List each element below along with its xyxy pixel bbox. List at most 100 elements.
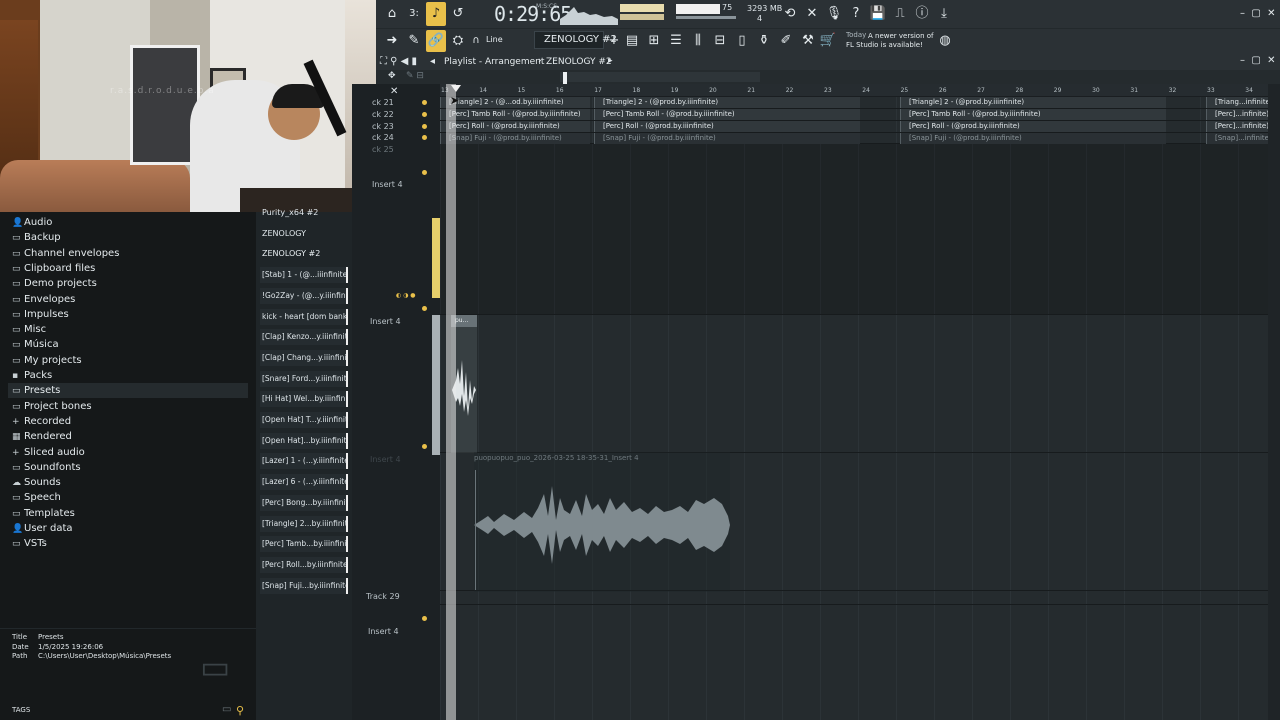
pattern-clip[interactable]: [Perc]...infinite) — [1206, 121, 1268, 132]
track-label-21[interactable]: ck 21 — [372, 98, 394, 107]
picker-pattern-item[interactable]: ZENOLOGY #2 — [260, 246, 348, 262]
scroll-thumb[interactable] — [563, 72, 567, 84]
picker-channel-item[interactable]: [Open Hat]...by.iiinfinite) — [260, 432, 348, 449]
playhead[interactable] — [446, 84, 456, 720]
picker-channel-item[interactable]: [Snare] Ford...y.iiinfinite) — [260, 370, 348, 387]
browser-item[interactable]: ▭ Backup — [12, 230, 61, 245]
mixer-icon[interactable]: ⫼ — [688, 28, 708, 54]
save-icon[interactable]: 💾 — [868, 0, 888, 28]
track-insert-label[interactable]: Insert 4 — [372, 180, 403, 189]
help-icon[interactable]: ? — [846, 0, 866, 28]
channel-rack-icon[interactable]: ☰ — [666, 28, 686, 54]
browser-item[interactable]: ▭ Envelopes — [12, 292, 75, 307]
track-dot[interactable] — [422, 306, 427, 311]
picker-pattern-item[interactable]: ZENOLOGY — [260, 226, 348, 242]
move-icon[interactable]: ✥ — [388, 71, 396, 81]
browser-item[interactable]: ☁ Sounds — [12, 475, 61, 490]
pattern-clip[interactable]: [Triangle] 2 - (@...od.by.iiinfinite) — [440, 97, 590, 108]
track-dot[interactable] — [422, 444, 427, 449]
browser-item[interactable]: ▭ Channel envelopes — [12, 246, 119, 261]
picker-channel-item[interactable]: [Lazer] 6 - (...y.iiinfinite) — [260, 474, 348, 491]
browse-folder-icon[interactable]: ▭ — [222, 704, 231, 715]
arrow-right-icon[interactable]: ➜ — [382, 28, 402, 54]
picker-channel-item[interactable]: [Clap] Chang...y.iiinfinite) — [260, 349, 348, 366]
tools-icon[interactable]: ⚒ — [798, 28, 818, 54]
vertical-scrollbar[interactable] — [1268, 84, 1280, 720]
pattern-clip[interactable]: [Snap] Fuji - (@prod.by.iiinfinite) — [594, 133, 860, 144]
picker-channel-item[interactable]: [Clap] Kenzo...y.iiinfinite) — [260, 329, 348, 346]
add-folder-icon[interactable]: ▭ — [200, 648, 230, 686]
picker-channel-item[interactable]: [Perc] Tamb...by.iiinfinite) — [260, 536, 348, 553]
pattern-clip[interactable]: [Triang...infinite) — [1206, 97, 1268, 108]
draw-tool-icon[interactable]: ✎ — [404, 28, 424, 54]
track-dot[interactable] — [422, 170, 427, 175]
track-insert-label[interactable]: Insert 4 — [368, 627, 399, 636]
browser-item[interactable]: ▭ Speech — [12, 490, 61, 505]
playlist-window-controls[interactable]: – ▢ ✕ — [1240, 55, 1280, 66]
snap-tools-icon[interactable]: ✎ ⊟ — [406, 71, 424, 81]
playlist-tool-icons[interactable]: ⛶ ⚲ ◀ ▮ — [380, 56, 417, 67]
download-icon[interactable]: ⤓ — [934, 0, 954, 28]
picker-channel-item[interactable]: [Stab] 1 - (@...iiinfinite) — [260, 267, 348, 284]
pattern-clip[interactable]: [Snap]...infinite) — [1206, 133, 1268, 144]
piano-roll-icon[interactable]: ⊞ — [644, 28, 664, 54]
browser-item[interactable]: + Recorded — [12, 414, 71, 429]
project-info-icon[interactable]: ▯ — [732, 28, 752, 54]
picker-channel-item[interactable]: kick - heart [dom banks] — [260, 308, 348, 325]
browser-item[interactable]: ▭ Templates — [12, 506, 75, 521]
info-icon[interactable]: ⓘ — [912, 0, 932, 28]
browser-item[interactable]: 👤User data — [12, 521, 73, 536]
link-tool-icon[interactable]: 🔗 — [426, 30, 446, 52]
pattern-clip[interactable]: [Snap] Fuji - (@prod.by.iiinfinite) — [900, 133, 1166, 144]
tags-label[interactable]: TAGS — [12, 706, 30, 714]
picker-channel-item[interactable]: [Perc] Bong...by.iiinfinite) — [260, 494, 348, 511]
browser-item[interactable]: ▭ Música — [12, 337, 59, 352]
shop-icon[interactable]: 🛒 — [818, 28, 838, 54]
picker-channel-item[interactable]: [Open Hat] T...y.iiinfinite) — [260, 412, 348, 428]
browser-item[interactable]: ▭ Misc — [12, 322, 46, 337]
pattern-selector[interactable]: ZENOLOGY #2 — [534, 31, 617, 49]
touch-keyboard-icon[interactable]: ✐ — [776, 28, 796, 54]
picker-channel-item[interactable]: [Triangle] 2...by.iiinfinite) — [260, 515, 348, 532]
globe-icon[interactable]: ◍ — [935, 28, 955, 54]
playhead-marker[interactable] — [451, 85, 461, 92]
track-mute-icons[interactable]: ◐ ◑ ● — [396, 292, 416, 299]
track-dot[interactable] — [422, 124, 427, 129]
pattern-clip[interactable]: [Perc] Roll - (@prod.by.iiinfinite) — [594, 121, 860, 132]
master-volume-meter[interactable] — [620, 4, 664, 12]
pattern-clip[interactable]: [Perc]...infinite) — [1206, 109, 1268, 120]
back-arrow-icon[interactable]: ◂ — [430, 56, 435, 67]
pattern-clip[interactable]: [Perc] Tamb Roll - (@prod.by.iiinfinite) — [900, 109, 1166, 120]
browser-item[interactable]: ▭ My projects — [12, 353, 82, 368]
pattern-clip[interactable]: [Perc] Tamb Roll - (@prod.by.iiinfinite) — [594, 109, 860, 120]
picker-channel-item[interactable]: [Lazer] 1 - (...y.iiinfinite) — [260, 453, 348, 470]
browser-item[interactable]: ▭ Clipboard files — [12, 261, 95, 276]
track-insert-label[interactable]: Insert 4 — [370, 317, 401, 326]
track-label-23[interactable]: ck 23 — [372, 122, 394, 131]
picker-channel-item[interactable]: [Perc] Roll...by.iiinfinite) — [260, 556, 348, 573]
track-dot[interactable] — [422, 135, 427, 140]
metronome-icon[interactable]: ♪ — [426, 2, 446, 26]
browser-item[interactable]: ▪ Packs — [12, 368, 52, 383]
track-dot[interactable] — [422, 100, 427, 105]
pattern-song-icon[interactable]: ⌂ — [382, 0, 402, 28]
master-pitch-meter[interactable] — [620, 14, 664, 20]
magnet-icon[interactable]: ∩ — [466, 28, 486, 54]
midi-icon[interactable]: ⎍ — [890, 0, 910, 28]
browser-item[interactable]: ▭ Project bones — [12, 399, 92, 414]
track-label-29[interactable]: Track 29 — [366, 592, 400, 601]
pattern-clip[interactable]: [Snap] Fuji - (@prod.by.iiinfinite) — [440, 133, 590, 144]
track-label-25[interactable]: ck 25 — [372, 145, 394, 154]
add-pattern-icon[interactable]: + — [604, 28, 624, 54]
picker-pattern-item[interactable]: Purity_x64 #2 — [260, 205, 348, 221]
playlist-icon[interactable]: ▤ — [622, 28, 642, 54]
plugin-database-icon[interactable]: ⊟ — [710, 28, 730, 54]
pattern-clip[interactable]: [Triangle] 2 - (@prod.by.iiinfinite) — [900, 97, 1166, 108]
browser-item[interactable]: ▭ Soundfonts — [12, 460, 81, 475]
count-in-icon[interactable]: 3: — [404, 0, 424, 28]
undo-history-icon[interactable]: ⟲ — [780, 0, 800, 28]
search-icon[interactable]: ⚲ — [236, 704, 244, 717]
browser-item[interactable]: ▭ Impulses — [12, 307, 69, 322]
pattern-clip[interactable]: [Perc] Tamb Roll - (@prod.by.iiinfinite) — [440, 109, 590, 120]
browser-item[interactable]: ▭ VSTs — [12, 536, 47, 551]
